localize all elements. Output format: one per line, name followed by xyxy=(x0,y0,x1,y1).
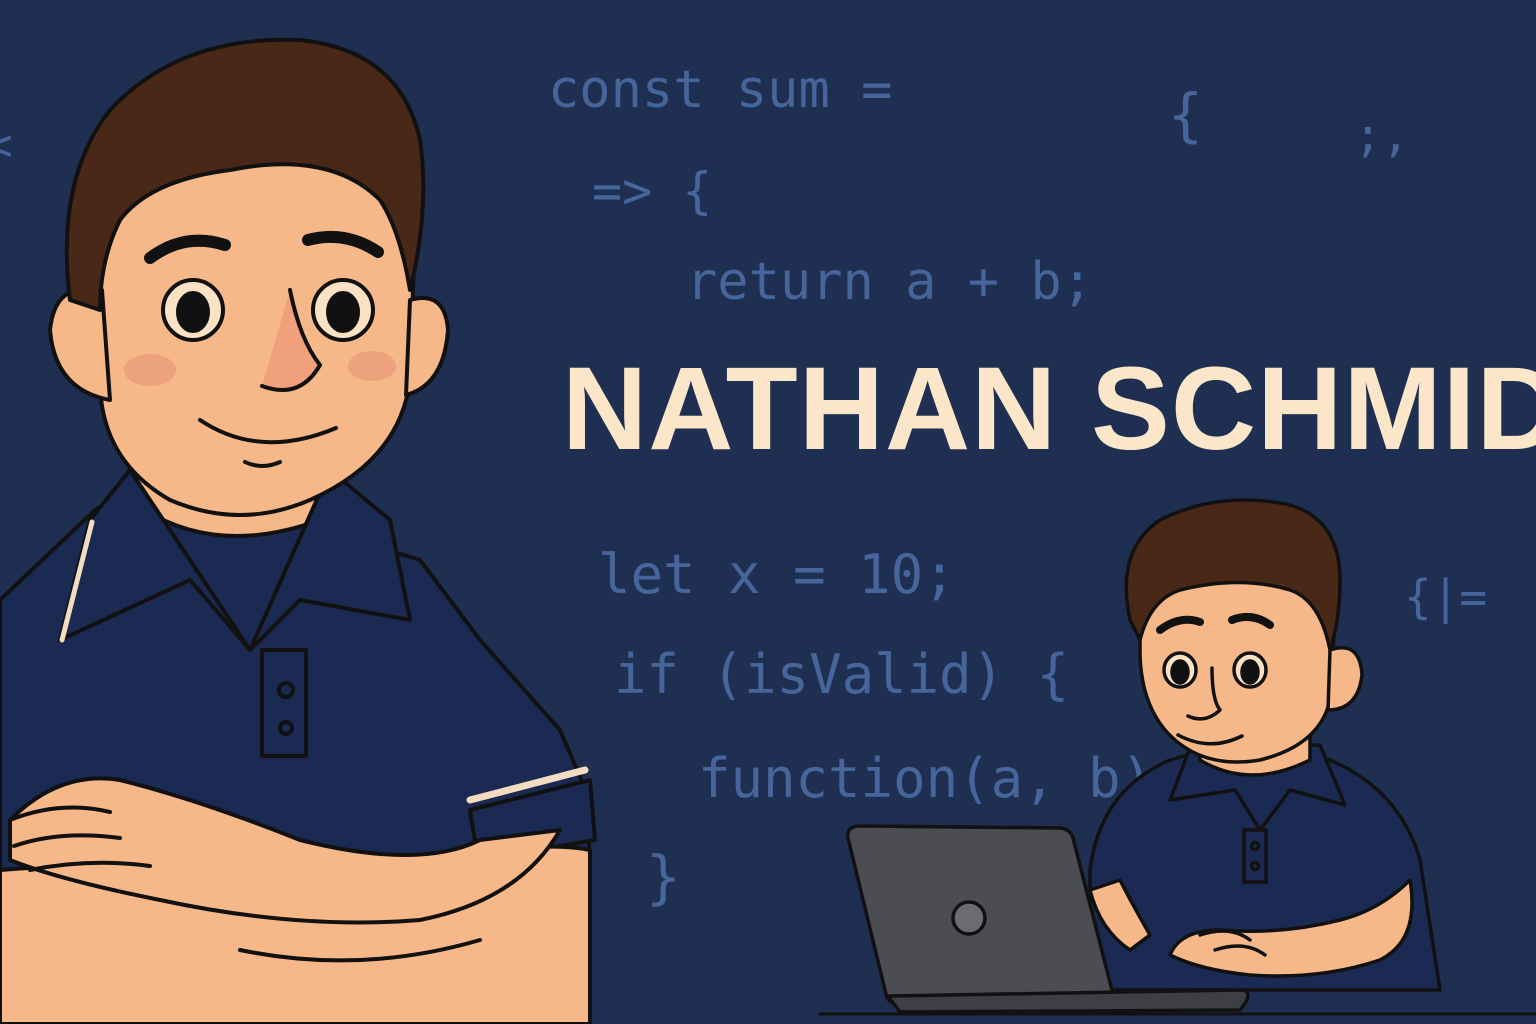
small-man-illustration xyxy=(818,498,1536,1016)
large-placket xyxy=(260,648,308,758)
name-title: NATHAN SCHMID xyxy=(562,343,1536,475)
hero-banner: < const sum = { ;, => { return a + b; le… xyxy=(0,0,1536,1024)
large-ear-right xyxy=(404,296,450,397)
illustrations xyxy=(0,37,1536,1024)
laptop-logo xyxy=(951,900,987,936)
large-man-illustration xyxy=(0,37,597,1024)
